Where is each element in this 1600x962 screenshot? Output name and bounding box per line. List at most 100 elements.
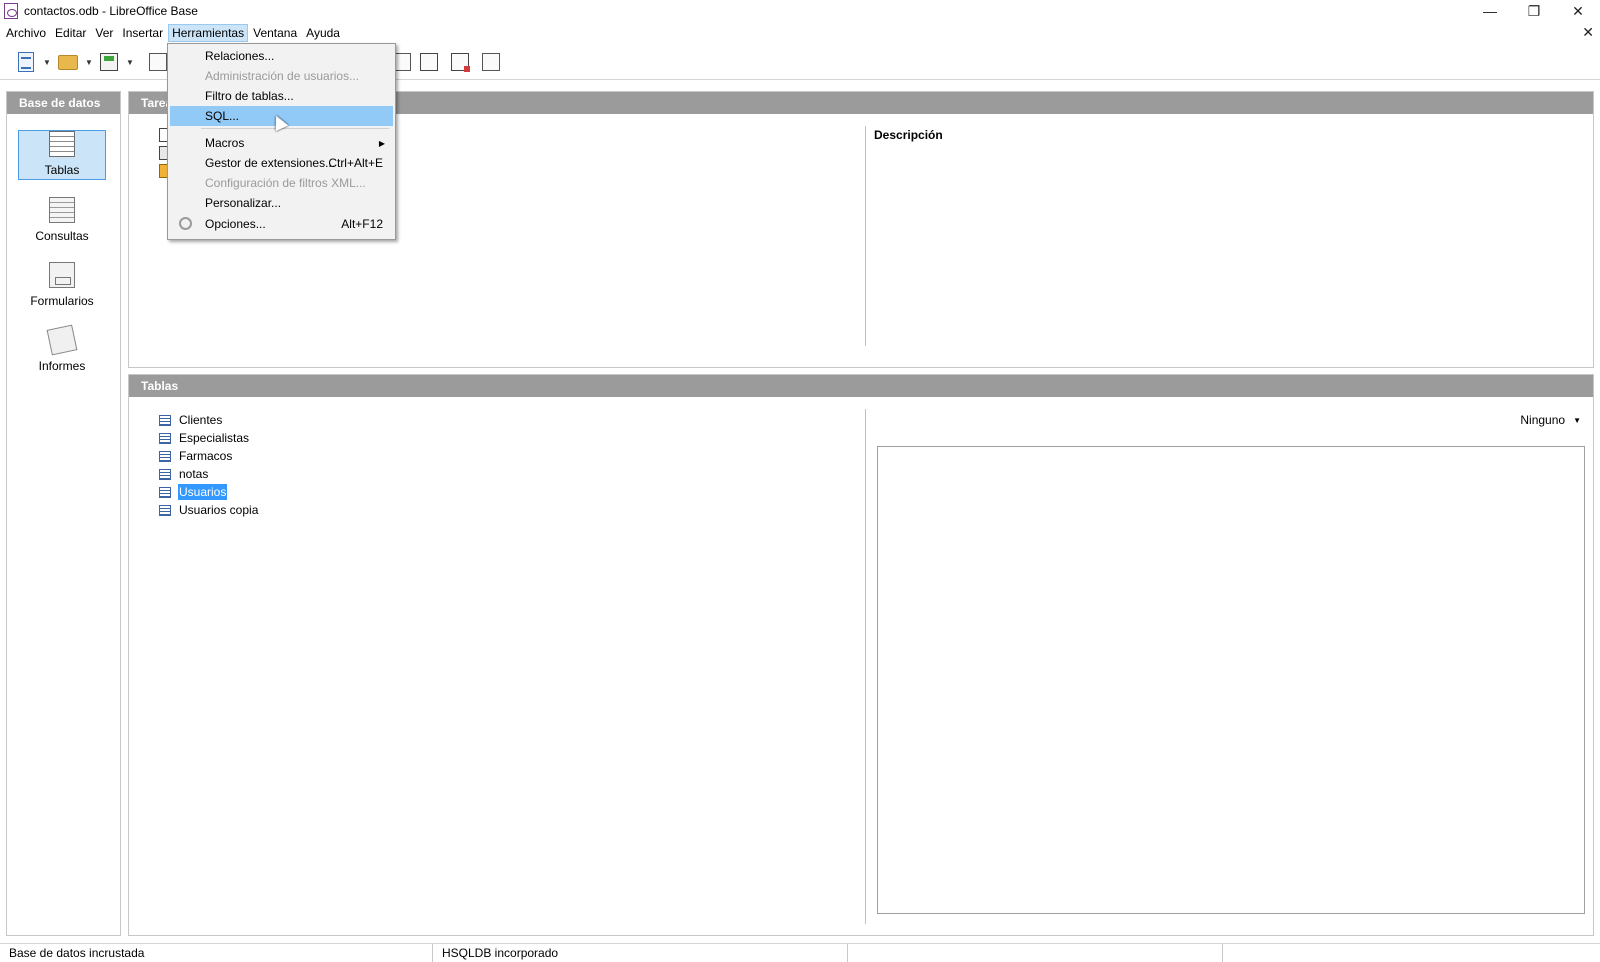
tables-panel-header: Tablas <box>129 375 1593 397</box>
menu-bar: Archivo Editar Ver Insertar Herramientas… <box>0 22 1600 44</box>
tables-tree: Clientes Especialistas Farmacos notas Us… <box>159 411 259 519</box>
table-icon <box>159 450 171 462</box>
sidebar-item-tablas[interactable]: Tablas <box>18 130 106 180</box>
gear-icon <box>179 217 192 230</box>
menu-insertar[interactable]: Insertar <box>118 24 167 42</box>
menu-item-label: Opciones... <box>205 217 266 231</box>
menu-item-gestor-extensiones[interactable]: Gestor de extensiones... Ctrl+Alt+E <box>170 153 393 173</box>
table-icon <box>159 468 171 480</box>
menu-item-label: Filtro de tablas... <box>205 89 294 103</box>
herramientas-menu: Relaciones... Administración de usuarios… <box>167 43 396 240</box>
delete-button[interactable] <box>448 50 472 74</box>
libreoffice-base-icon <box>4 3 18 19</box>
sidebar-item-label: Consultas <box>35 229 89 243</box>
sidebar-item-informes[interactable]: Informes <box>18 324 106 375</box>
status-empty-1 <box>848 943 1223 962</box>
menu-item-shortcut: Alt+F12 <box>341 217 383 231</box>
table-icon <box>159 432 171 444</box>
save-dropdown-arrow[interactable]: ▼ <box>126 58 134 67</box>
tables-panel: Tablas Clientes Especialistas Farmacos n… <box>128 374 1594 936</box>
table-name: Usuarios <box>178 484 228 500</box>
menu-archivo[interactable]: Archivo <box>2 24 50 42</box>
database-panel-header: Base de datos <box>7 92 120 114</box>
status-engine: HSQLDB incorporado <box>433 943 848 962</box>
title-bar: contactos.odb - LibreOffice Base — ❐ ✕ <box>0 0 1600 22</box>
folder-icon <box>58 54 78 70</box>
database-panel: Base de datos Tablas Consultas Formulari… <box>6 91 121 936</box>
table-icon <box>159 486 171 498</box>
copy-icon <box>149 53 167 71</box>
preview-mode-dropdown[interactable]: Ninguno ▼ <box>1520 413 1581 427</box>
table-row[interactable]: Especialistas <box>159 429 259 447</box>
menu-item-configuracion-filtros-xml: Configuración de filtros XML... <box>170 173 393 193</box>
menu-item-label: Configuración de filtros XML... <box>205 176 366 190</box>
sidebar-item-consultas[interactable]: Consultas <box>18 195 106 245</box>
tasks-divider <box>865 126 866 346</box>
menu-item-shortcut: Ctrl+Alt+E <box>328 156 383 170</box>
table-row[interactable]: Clientes <box>159 411 259 429</box>
menu-item-administracion-usuarios: Administración de usuarios... <box>170 66 393 86</box>
rename-button[interactable] <box>479 50 503 74</box>
table-name: Especialistas <box>179 431 250 445</box>
description-label: Descripción <box>874 128 943 142</box>
tables-icon <box>49 131 75 157</box>
menu-herramientas[interactable]: Herramientas <box>168 24 249 42</box>
table-row[interactable]: notas <box>159 465 259 483</box>
submenu-arrow-icon: ▶ <box>378 138 385 148</box>
open-dropdown-arrow[interactable]: ▼ <box>85 58 93 67</box>
table-row[interactable]: Farmacos <box>159 447 259 465</box>
table-name: notas <box>179 467 209 481</box>
menu-item-label: Administración de usuarios... <box>205 69 360 83</box>
queries-icon <box>49 197 75 223</box>
menu-item-label: Gestor de extensiones... <box>205 156 336 170</box>
new-document-button[interactable] <box>14 50 38 74</box>
table-name: Clientes <box>179 413 223 427</box>
chevron-down-icon: ▼ <box>1573 415 1581 425</box>
close-document-button[interactable]: ✕ <box>1582 24 1594 41</box>
save-button[interactable] <box>97 50 121 74</box>
minimize-button[interactable]: — <box>1468 0 1512 22</box>
delete-icon <box>451 53 470 72</box>
table-icon <box>159 504 171 516</box>
reports-icon <box>46 324 78 356</box>
menu-item-personalizar[interactable]: Personalizar... <box>170 193 393 213</box>
rename-icon <box>482 53 500 71</box>
menu-separator <box>201 128 389 129</box>
forms-icon <box>49 262 75 288</box>
menu-ver[interactable]: Ver <box>91 24 117 42</box>
sidebar-item-label: Informes <box>38 359 86 373</box>
new-document-icon <box>18 52 34 72</box>
close-button[interactable]: ✕ <box>1556 0 1600 22</box>
preview-mode-value: Ninguno <box>1520 413 1566 427</box>
menu-item-label: SQL... <box>205 109 240 123</box>
table-name: Usuarios copia <box>179 503 259 517</box>
table-icon <box>159 414 171 426</box>
menu-ayuda[interactable]: Ayuda <box>302 24 344 42</box>
menu-item-relaciones[interactable]: Relaciones... <box>170 46 393 66</box>
table-row[interactable]: Usuarios copia <box>159 501 259 519</box>
status-bar: Base de datos incrustada HSQLDB incorpor… <box>0 943 1600 962</box>
edit-button[interactable] <box>417 50 441 74</box>
menu-editar[interactable]: Editar <box>51 24 90 42</box>
window-controls: — ❐ ✕ <box>1468 0 1600 22</box>
open-button[interactable] <box>56 50 80 74</box>
sidebar-item-label: Formularios <box>30 294 94 308</box>
menu-item-label: Personalizar... <box>205 196 282 210</box>
table-name: Farmacos <box>179 449 233 463</box>
new-dropdown-arrow[interactable]: ▼ <box>43 58 51 67</box>
save-icon <box>100 53 118 71</box>
menu-ventana[interactable]: Ventana <box>249 24 301 42</box>
menu-item-filtro-tablas[interactable]: Filtro de tablas... <box>170 86 393 106</box>
menu-item-macros[interactable]: Macros ▶ <box>170 133 393 153</box>
tables-divider <box>865 409 866 924</box>
maximize-button[interactable]: ❐ <box>1512 0 1556 22</box>
menu-item-label: Relaciones... <box>205 49 275 63</box>
preview-area <box>877 446 1585 914</box>
menu-item-opciones[interactable]: Opciones... Alt+F12 <box>170 214 393 234</box>
table-row-selected[interactable]: Usuarios <box>159 483 259 501</box>
status-db-type: Base de datos incrustada <box>0 943 433 962</box>
menu-item-label: Macros <box>205 136 245 150</box>
sidebar-item-label: Tablas <box>44 163 80 177</box>
edit-icon <box>420 53 438 71</box>
sidebar-item-formularios[interactable]: Formularios <box>18 260 106 310</box>
